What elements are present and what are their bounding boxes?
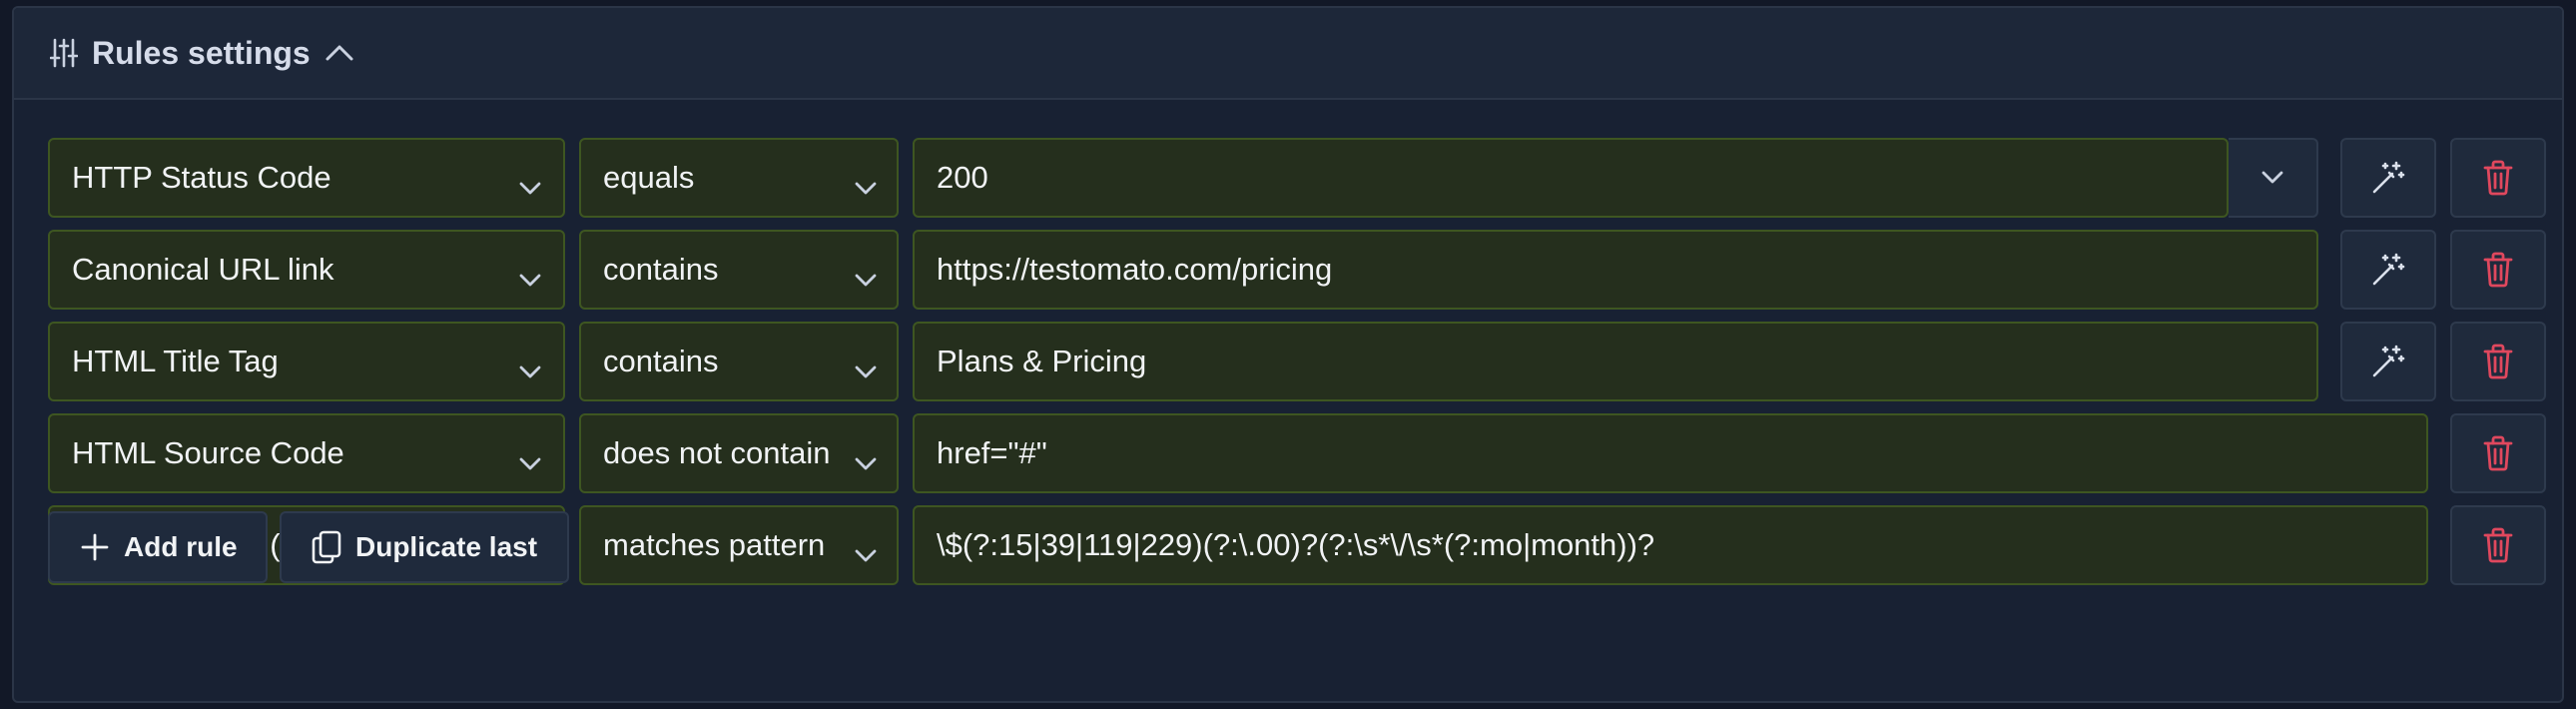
trash-icon	[2483, 527, 2513, 563]
chevron-down-icon	[519, 260, 541, 296]
rule-type-value: HTML Source Code	[72, 435, 344, 470]
magic-wand-icon	[2370, 160, 2406, 196]
rule-row: HTML Source Code does not contain href="#"	[48, 413, 2546, 493]
rule-operator-select[interactable]: matches pattern	[579, 505, 899, 585]
rule-value-text: https://testomato.com/pricing	[937, 252, 1333, 287]
rule-row: Canonical URL link contains https://testom…	[48, 230, 2546, 310]
rules-settings-panel: Rules settings HTTP Status Code equals 200…	[12, 6, 2564, 703]
rule-value-input[interactable]: 200	[913, 138, 2229, 218]
chevron-down-icon	[855, 443, 877, 479]
rule-value-text: href="#"	[937, 435, 1047, 470]
sliders-icon	[50, 37, 78, 69]
rule-type-value: Canonical URL link	[72, 252, 334, 287]
rules-settings-header[interactable]: Rules settings	[14, 8, 2562, 100]
rule-type-select[interactable]: HTML Source Code	[48, 413, 565, 493]
rule-value-text: 200	[937, 160, 988, 195]
plus-icon	[81, 533, 109, 561]
delete-rule-button[interactable]	[2450, 230, 2546, 310]
duplicate-last-label: Duplicate last	[355, 531, 538, 562]
magic-suggest-button[interactable]	[2340, 230, 2436, 310]
rule-type-value: HTTP Status Code	[72, 160, 331, 195]
chevron-down-icon	[519, 352, 541, 387]
add-rule-button[interactable]: Add rule	[48, 511, 268, 583]
rule-type-select[interactable]: Canonical URL link	[48, 230, 565, 310]
add-rule-label: Add rule	[124, 531, 238, 562]
rule-type-select[interactable]: HTTP Status Code	[48, 138, 565, 218]
rule-value-input[interactable]: \$(?:15|39|119|229)(?:\.00)?(?:\s*\/\s*(…	[913, 505, 2428, 585]
chevron-down-icon	[519, 168, 541, 204]
chevron-down-icon	[855, 352, 877, 387]
trash-icon	[2483, 252, 2513, 288]
chevron-down-icon	[855, 535, 877, 571]
trash-icon	[2483, 344, 2513, 379]
rule-value-input[interactable]: Plans & Pricing	[913, 322, 2318, 401]
chevron-down-icon	[855, 168, 877, 204]
magic-suggest-button[interactable]	[2340, 138, 2436, 218]
chevron-up-icon[interactable]	[324, 43, 354, 63]
rule-row: HTTP Status Code equals 200	[48, 138, 2546, 218]
trash-icon	[2483, 435, 2513, 471]
delete-rule-button[interactable]	[2450, 505, 2546, 585]
rule-type-value: HTML Title Tag	[72, 344, 279, 378]
value-dropdown-button[interactable]	[2229, 138, 2318, 218]
magic-wand-icon	[2370, 344, 2406, 379]
rule-value-input[interactable]: https://testomato.com/pricing	[913, 230, 2318, 310]
rule-operator-select[interactable]: does not contain	[579, 413, 899, 493]
rule-value-input[interactable]: href="#"	[913, 413, 2428, 493]
rule-row: HTML Title Tag contains Plans & Pricing	[48, 322, 2546, 401]
rule-value-text: \$(?:15|39|119|229)(?:\.00)?(?:\s*\/\s*(…	[937, 527, 1655, 562]
rule-operator-select[interactable]: equals	[579, 138, 899, 218]
rule-operator-value: does not contain	[603, 435, 831, 470]
rule-operator-value: equals	[603, 160, 695, 195]
rule-operator-value: contains	[603, 252, 719, 287]
rule-operator-select[interactable]: contains	[579, 230, 899, 310]
delete-rule-button[interactable]	[2450, 322, 2546, 401]
magic-suggest-button[interactable]	[2340, 322, 2436, 401]
duplicate-last-button[interactable]: Duplicate last	[280, 511, 569, 583]
trash-icon	[2483, 160, 2513, 196]
rule-operator-value: matches pattern	[603, 527, 826, 562]
magic-wand-icon	[2370, 252, 2406, 288]
rule-value-text: Plans & Pricing	[937, 344, 1147, 378]
chevron-down-icon	[519, 443, 541, 479]
chevron-down-icon	[2261, 171, 2283, 185]
delete-rule-button[interactable]	[2450, 413, 2546, 493]
panel-title: Rules settings	[92, 34, 311, 71]
rule-operator-value: contains	[603, 344, 719, 378]
chevron-down-icon	[855, 260, 877, 296]
copy-icon	[312, 530, 341, 564]
rule-type-select[interactable]: HTML Title Tag	[48, 322, 565, 401]
delete-rule-button[interactable]	[2450, 138, 2546, 218]
rule-operator-select[interactable]: contains	[579, 322, 899, 401]
